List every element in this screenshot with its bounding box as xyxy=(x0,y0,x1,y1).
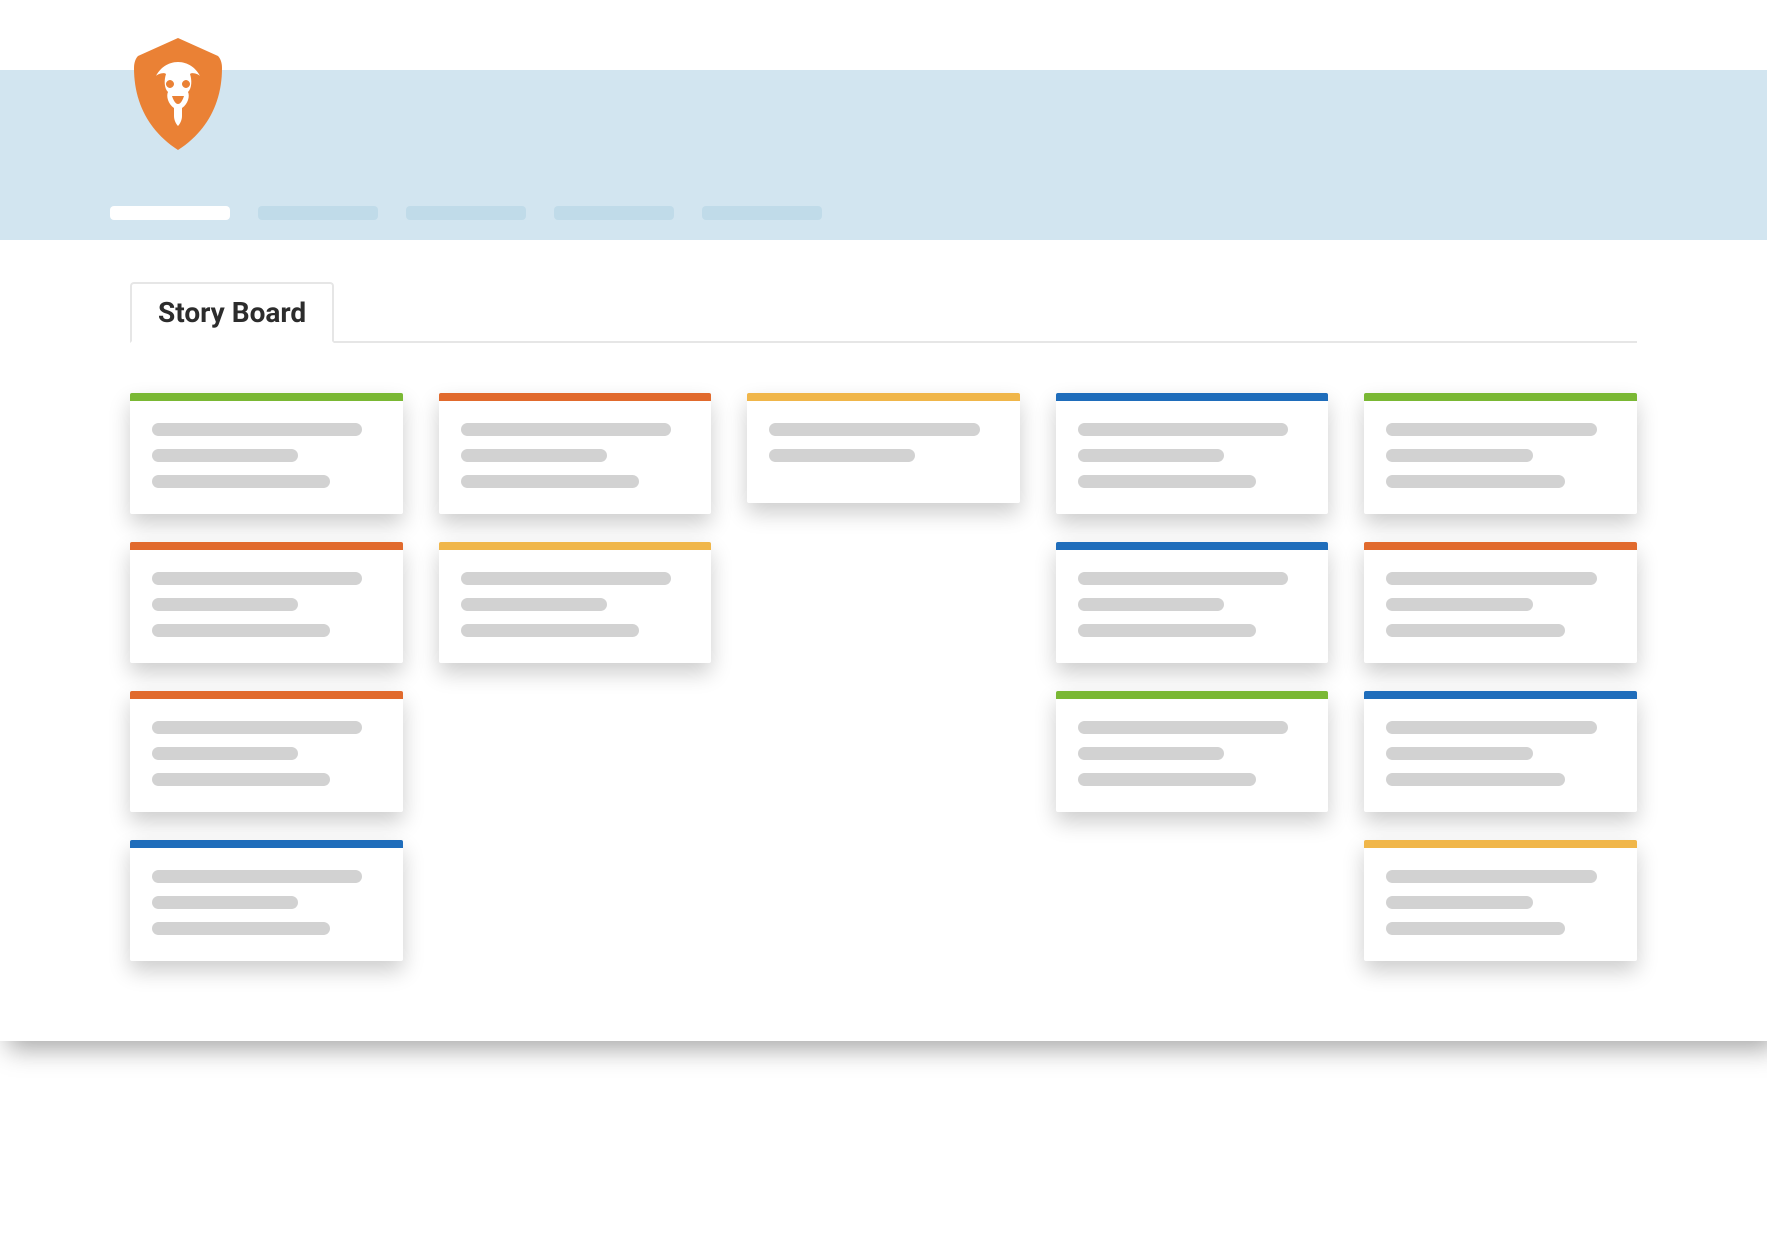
app-window: Story Board xyxy=(0,0,1767,1041)
card-text-line xyxy=(152,922,330,935)
story-card[interactable] xyxy=(1056,542,1329,663)
card-text-line xyxy=(1386,624,1564,637)
story-card[interactable] xyxy=(747,393,1020,503)
story-board-grid xyxy=(130,393,1637,961)
board-column xyxy=(439,393,712,663)
card-text-line xyxy=(152,747,298,760)
card-text-line xyxy=(1386,449,1532,462)
story-card[interactable] xyxy=(1056,691,1329,812)
card-text-line xyxy=(152,773,330,786)
board-column xyxy=(747,393,1020,503)
card-text-line xyxy=(1386,896,1532,909)
card-text-line xyxy=(152,721,362,734)
nav-tab-0[interactable] xyxy=(110,206,230,220)
card-text-line xyxy=(461,624,639,637)
card-text-line xyxy=(152,449,298,462)
story-card[interactable] xyxy=(130,393,403,514)
card-text-line xyxy=(152,624,330,637)
tab-label: Story Board xyxy=(158,296,306,329)
board-column xyxy=(130,393,403,961)
board-column xyxy=(1056,393,1329,812)
card-text-line xyxy=(1078,773,1256,786)
nav-tab-3[interactable] xyxy=(554,206,674,220)
story-card[interactable] xyxy=(439,393,712,514)
top-strip xyxy=(0,0,1767,70)
card-text-line xyxy=(152,896,298,909)
card-text-line xyxy=(1386,572,1596,585)
card-text-line xyxy=(1386,747,1532,760)
card-text-line xyxy=(1386,475,1564,488)
card-text-line xyxy=(769,449,915,462)
card-text-line xyxy=(1078,721,1288,734)
card-text-line xyxy=(1386,922,1564,935)
card-text-line xyxy=(461,598,607,611)
card-text-line xyxy=(1078,624,1256,637)
card-text-line xyxy=(1386,773,1564,786)
card-text-line xyxy=(1078,449,1224,462)
primary-nav xyxy=(110,206,822,220)
card-text-line xyxy=(1078,747,1224,760)
tab-story-board[interactable]: Story Board xyxy=(130,282,334,343)
story-card[interactable] xyxy=(439,542,712,663)
story-card[interactable] xyxy=(1056,393,1329,514)
board-column xyxy=(1364,393,1637,961)
card-text-line xyxy=(152,572,362,585)
card-text-line xyxy=(1386,423,1596,436)
card-text-line xyxy=(1078,475,1256,488)
card-text-line xyxy=(152,870,362,883)
card-text-line xyxy=(1386,870,1596,883)
card-text-line xyxy=(1386,598,1532,611)
card-text-line xyxy=(152,598,298,611)
card-text-line xyxy=(1078,598,1224,611)
card-text-line xyxy=(461,572,671,585)
card-text-line xyxy=(1386,721,1596,734)
card-text-line xyxy=(152,423,362,436)
story-card[interactable] xyxy=(1364,542,1637,663)
card-text-line xyxy=(461,423,671,436)
story-card[interactable] xyxy=(1364,840,1637,961)
card-text-line xyxy=(1078,572,1288,585)
card-text-line xyxy=(461,475,639,488)
story-card[interactable] xyxy=(1364,691,1637,812)
header-band xyxy=(0,70,1767,240)
lion-shield-icon xyxy=(128,34,228,154)
card-text-line xyxy=(1078,423,1288,436)
view-tabs: Story Board xyxy=(130,280,1637,343)
story-card[interactable] xyxy=(130,691,403,812)
nav-tab-4[interactable] xyxy=(702,206,822,220)
brand-logo[interactable] xyxy=(128,34,228,154)
story-card[interactable] xyxy=(130,542,403,663)
content-area: Story Board xyxy=(0,240,1767,1041)
nav-tab-2[interactable] xyxy=(406,206,526,220)
story-card[interactable] xyxy=(1364,393,1637,514)
card-text-line xyxy=(769,423,979,436)
card-text-line xyxy=(461,449,607,462)
story-card[interactable] xyxy=(130,840,403,961)
card-text-line xyxy=(152,475,330,488)
nav-tab-1[interactable] xyxy=(258,206,378,220)
